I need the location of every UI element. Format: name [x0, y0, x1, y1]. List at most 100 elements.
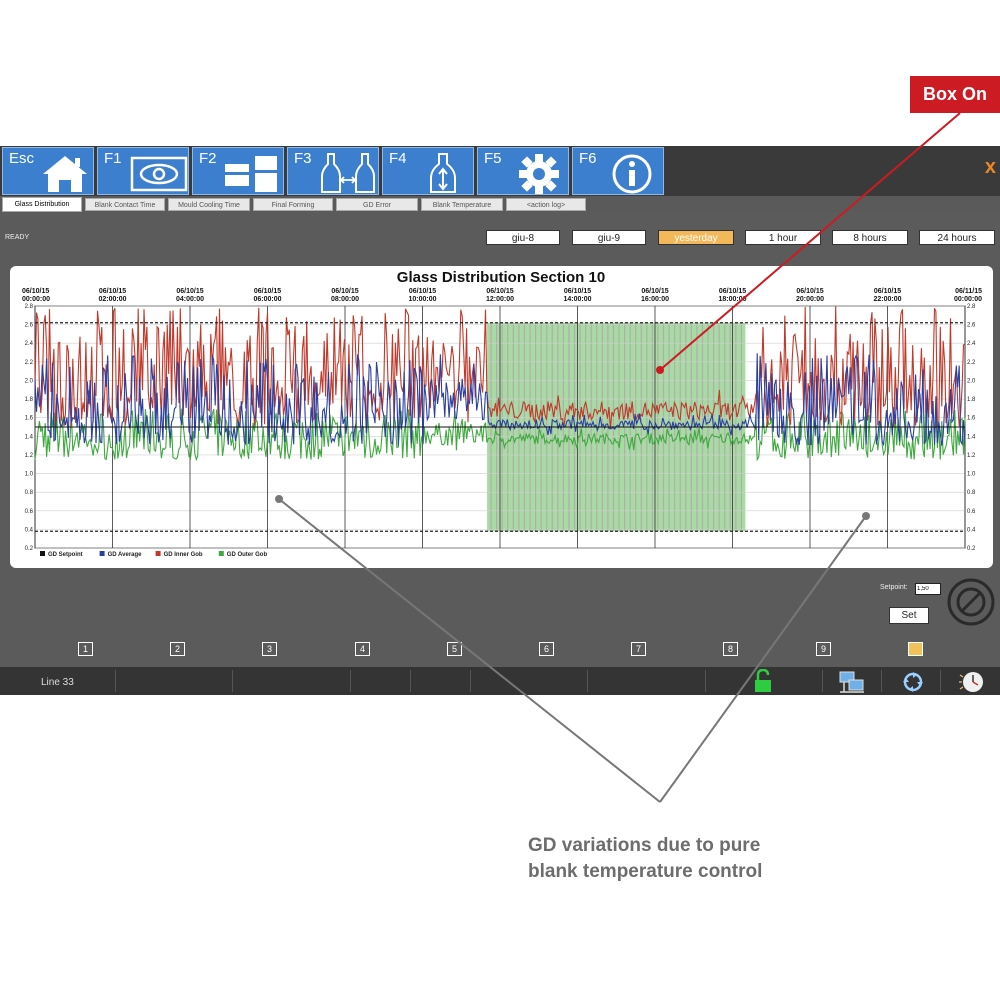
- x-tick-time: 08:00:00: [331, 296, 359, 303]
- y-tick-label-right: 2.4: [967, 341, 976, 347]
- y-tick-label-right: 2.0: [967, 378, 976, 384]
- x-tick-date: 06/10/15: [254, 288, 281, 295]
- key-label: F4: [389, 150, 407, 167]
- section-button-9[interactable]: 9: [816, 642, 831, 656]
- legend-swatch: [40, 551, 45, 556]
- esc-home-button[interactable]: Esc: [2, 147, 94, 195]
- range-button-24-hours[interactable]: 24 hours: [919, 230, 995, 245]
- section-button-8[interactable]: 8: [723, 642, 738, 656]
- tab-mould-cooling-time[interactable]: Mould Cooling Time: [168, 198, 250, 211]
- range-button-8-hours[interactable]: 8 hours: [832, 230, 908, 245]
- y-tick-label-right: 2.6: [967, 323, 976, 329]
- caption-line-1: GD variations due to pure: [528, 835, 761, 856]
- section-button-2[interactable]: 2: [170, 642, 185, 656]
- y-tick-label-left: 1.6: [25, 416, 34, 422]
- y-tick-label-left: 2.2: [25, 360, 34, 366]
- x-tick-date: 06/10/15: [22, 288, 49, 295]
- tab-blank-temperature[interactable]: Blank Temperature: [421, 198, 503, 211]
- range-button-yesterday[interactable]: yesterday: [658, 230, 734, 245]
- y-tick-label-left: 0.8: [25, 490, 34, 496]
- x-tick-time: 12:00:00: [486, 296, 514, 303]
- home-icon: [43, 156, 87, 192]
- x-tick-date: 06/10/15: [486, 288, 513, 295]
- x-tick-date: 06/10/15: [331, 288, 358, 295]
- x-tick-date: 06/10/15: [176, 288, 203, 295]
- clock-icon[interactable]: [958, 669, 988, 695]
- no-entry-icon[interactable]: [946, 575, 996, 629]
- y-tick-label-left: 0.4: [25, 527, 34, 533]
- x-tick-time: 02:00:00: [98, 296, 126, 303]
- annotation-caption: GD variations due to pure blank temperat…: [528, 833, 762, 885]
- molds-icon: [225, 156, 277, 192]
- caption-line-2: blank temperature control: [528, 861, 763, 882]
- legend-swatch: [155, 551, 161, 556]
- range-button-giu-8[interactable]: giu-8: [486, 230, 560, 245]
- x-tick-date: 06/10/15: [874, 288, 901, 295]
- x-tick-date: 06/10/15: [641, 288, 668, 295]
- divider: [940, 670, 941, 692]
- unlock-icon[interactable]: [753, 669, 775, 693]
- x-tick-time: 14:00:00: [563, 296, 591, 303]
- f5-settings-button[interactable]: F5: [477, 147, 569, 195]
- divider: [115, 670, 116, 692]
- divider: [410, 670, 411, 692]
- x-tick-time: 16:00:00: [641, 296, 669, 303]
- tab-action-log[interactable]: <action log>: [506, 198, 586, 211]
- set-button[interactable]: Set: [889, 607, 929, 624]
- chart-panel: Glass Distribution Section 10 06/10/15 00…: [10, 266, 993, 568]
- divider: [822, 670, 823, 692]
- x-tick-time: 04:00:00: [176, 296, 204, 303]
- section-button-4[interactable]: 4: [355, 642, 370, 656]
- section-button-3[interactable]: 3: [262, 642, 277, 656]
- divider: [705, 670, 706, 692]
- network-icon[interactable]: [838, 670, 866, 694]
- y-tick-label-left: 2.4: [25, 341, 34, 347]
- y-tick-label-right: 0.2: [967, 546, 976, 552]
- line-label: Line 33: [41, 677, 74, 688]
- eye-icon: [130, 156, 188, 192]
- section-button-10[interactable]: 10: [908, 642, 923, 656]
- y-tick-label-right: 2.2: [967, 360, 976, 366]
- close-icon[interactable]: x: [985, 156, 996, 179]
- legend-swatch: [99, 551, 105, 556]
- section-button-1[interactable]: 1: [78, 642, 93, 656]
- setpoint-input[interactable]: [915, 583, 941, 595]
- f1-view-button[interactable]: F1: [97, 147, 189, 195]
- y-tick-label-right: 1.6: [967, 416, 976, 422]
- y-tick-label-left: 1.0: [25, 472, 34, 478]
- divider: [350, 670, 351, 692]
- x-tick-date: 06/10/15: [564, 288, 591, 295]
- tab-glass-distribution[interactable]: Glass Distribution: [2, 197, 82, 212]
- range-button-1-hour[interactable]: 1 hour: [745, 230, 821, 245]
- gd-chart: Glass Distribution Section 10 06/10/1500…: [22, 269, 982, 558]
- tab-blank-contact-time[interactable]: Blank Contact Time: [85, 198, 165, 211]
- f2-molds-button[interactable]: F2: [192, 147, 284, 195]
- tab-gd-error[interactable]: GD Error: [336, 198, 418, 211]
- x-tick-time: 20:00:00: [796, 296, 824, 303]
- f4-bottle-button[interactable]: F4: [382, 147, 474, 195]
- section-button-7[interactable]: 7: [631, 642, 646, 656]
- legend-label: GD Inner Gob: [164, 552, 203, 558]
- y-tick-label-right: 0.6: [967, 509, 976, 515]
- sync-icon[interactable]: [900, 670, 926, 694]
- y-tick-label-right: 0.8: [967, 490, 976, 496]
- y-tick-label-left: 1.4: [25, 434, 34, 440]
- x-tick-date: 06/10/15: [796, 288, 823, 295]
- status-text: READY: [5, 234, 30, 241]
- legend-label: GD Setpoint: [48, 552, 83, 558]
- chart-title: Glass Distribution Section 10: [397, 269, 605, 286]
- x-tick-time: 18:00:00: [718, 296, 746, 303]
- key-label: F5: [484, 150, 502, 167]
- bottle-arrows-icon: [430, 153, 456, 193]
- range-button-giu-9[interactable]: giu-9: [572, 230, 646, 245]
- y-tick-label-right: 0.4: [967, 527, 976, 533]
- section-button-5[interactable]: 5: [447, 642, 462, 656]
- f3-bottles-button[interactable]: F3: [287, 147, 379, 195]
- section-button-6[interactable]: 6: [539, 642, 554, 656]
- tab-final-forming[interactable]: Final Forming: [253, 198, 333, 211]
- x-tick-time: 00:00:00: [22, 296, 50, 303]
- f6-info-button[interactable]: F6: [572, 147, 664, 195]
- y-tick-label-left: 0.6: [25, 509, 34, 515]
- y-tick-label-left: 1.8: [25, 397, 34, 403]
- box-on-callout: Box On: [910, 76, 1000, 113]
